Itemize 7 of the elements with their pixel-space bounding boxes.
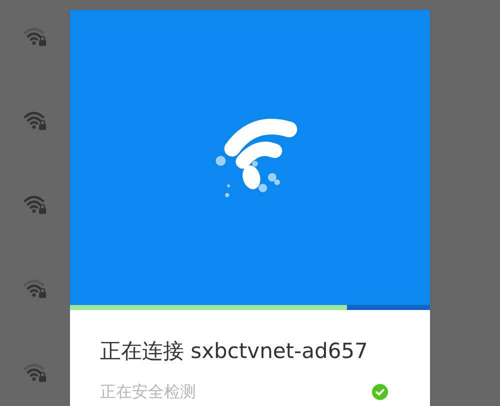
wifi-lock-icon[interactable] [23,362,47,382]
dialog-title: 正在连接 sxbctvnet-ad657 [100,338,369,365]
wifi-lock-icon[interactable] [23,110,47,130]
wifi-lock-icon[interactable] [23,194,47,214]
step-label: 正在安全检测 [100,380,196,402]
wifi-lock-icon[interactable] [23,26,47,46]
wifi-lock-icon[interactable] [23,278,47,298]
